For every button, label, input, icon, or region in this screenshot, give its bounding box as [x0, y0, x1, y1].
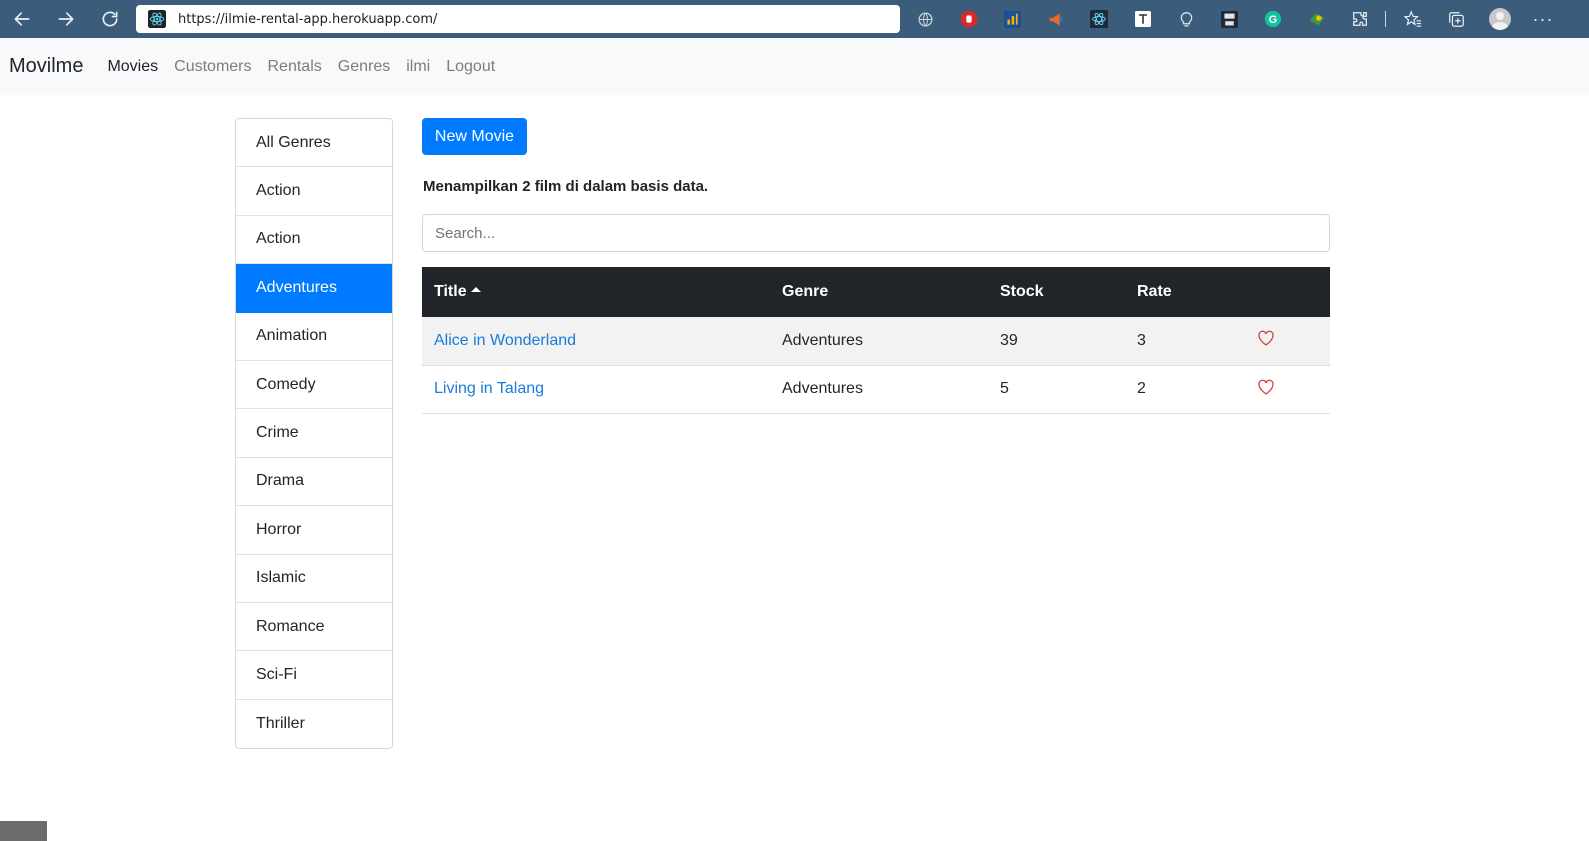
genre-item-crime[interactable]: Crime [236, 409, 392, 458]
adblock-icon[interactable] [956, 6, 982, 32]
movie-stock-cell: 5 [1000, 380, 1009, 398]
nav-link-rentals[interactable]: Rentals [268, 58, 322, 76]
column-header-genre[interactable]: Genre [770, 283, 988, 301]
profile-avatar[interactable] [1487, 6, 1513, 32]
back-button[interactable] [6, 3, 38, 35]
movie-rate-cell: 2 [1137, 380, 1146, 398]
column-header-rate[interactable]: Rate [1125, 283, 1245, 301]
new-movie-button[interactable]: New Movie [422, 118, 527, 155]
more-menu-icon[interactable]: ··· [1530, 6, 1556, 32]
genre-item-thriller[interactable]: Thriller [236, 699, 392, 749]
sort-ascending-icon [470, 287, 481, 292]
reload-button[interactable] [94, 3, 126, 35]
column-header-stock[interactable]: Stock [988, 283, 1125, 301]
app-navbar: Movilme Movies Customers Rentals Genres … [0, 38, 1589, 95]
brand-logo[interactable]: Movilme [9, 55, 83, 78]
genre-item-islamic[interactable]: Islamic [236, 554, 392, 603]
movie-genre-cell: Adventures [782, 380, 863, 398]
table-row: Living in Talang Adventures 5 2 [422, 366, 1330, 414]
genre-item-animation[interactable]: Animation [236, 312, 392, 361]
genre-item-horror[interactable]: Horror [236, 506, 392, 555]
genre-list: All Genres Action Action Adventures Anim… [235, 118, 393, 750]
react-site-icon [148, 10, 166, 28]
genre-item-romance[interactable]: Romance [236, 602, 392, 652]
genre-item-drama[interactable]: Drama [236, 457, 392, 507]
toolbar-divider [1384, 11, 1386, 27]
search-input[interactable] [422, 214, 1330, 252]
megaphone-icon[interactable] [1043, 6, 1069, 32]
movie-genre-cell: Adventures [782, 331, 863, 349]
url-text[interactable]: https://ilmie-rental-app.herokuapp.com/ [178, 12, 437, 27]
genre-item-action-2[interactable]: Action [236, 215, 392, 265]
text-tool-icon[interactable] [1130, 6, 1156, 32]
collections-icon[interactable] [1443, 6, 1469, 32]
genre-item-all[interactable]: All Genres [236, 119, 392, 168]
grammarly-icon[interactable]: G [1260, 6, 1286, 32]
table-row: Alice in Wonderland Adventures 39 3 [422, 317, 1330, 366]
nav-link-user[interactable]: ilmi [406, 58, 430, 76]
genre-item-adventures[interactable]: Adventures [236, 264, 392, 313]
nav-link-logout[interactable]: Logout [446, 58, 495, 76]
save-icon[interactable] [1217, 6, 1243, 32]
arrow-left-icon [14, 12, 30, 26]
react-devtools-icon[interactable] [1086, 6, 1112, 32]
movie-rate-cell: 3 [1137, 331, 1146, 349]
puzzle-extensions-icon[interactable] [1347, 6, 1373, 32]
column-header-title[interactable]: Title [422, 283, 770, 301]
table-header: Title Genre Stock Rate [422, 267, 1330, 317]
movie-count-summary: Menampilkan 2 film di dalam basis data. [423, 178, 709, 195]
favorites-icon[interactable] [1400, 6, 1426, 32]
avatar-icon [1488, 8, 1511, 30]
earth-icon[interactable] [1304, 6, 1330, 32]
nav-link-genres[interactable]: Genres [338, 58, 390, 76]
extension-icons: G ··· [912, 6, 1574, 32]
movie-title-link[interactable]: Alice in Wonderland [434, 332, 576, 349]
corner-block [0, 821, 47, 841]
like-heart-icon[interactable] [1245, 379, 1330, 400]
like-heart-icon[interactable] [1245, 330, 1330, 351]
genre-item-sci-fi[interactable]: Sci-Fi [236, 651, 392, 700]
nav-link-movies[interactable]: Movies [107, 58, 158, 76]
globe-icon[interactable] [912, 6, 938, 32]
reload-icon [102, 11, 118, 27]
browser-toolbar: https://ilmie-rental-app.herokuapp.com/ … [0, 0, 1589, 38]
column-header-title-label: Title [434, 283, 467, 300]
nav-link-customers[interactable]: Customers [174, 58, 251, 76]
arrow-right-icon [58, 12, 74, 26]
movie-title-link[interactable]: Living in Talang [434, 380, 544, 397]
forward-button[interactable] [50, 3, 82, 35]
genre-item-action[interactable]: Action [236, 167, 392, 216]
movie-stock-cell: 39 [1000, 331, 1018, 349]
movies-table: Title Genre Stock Rate Alice in Wonderla… [422, 267, 1330, 414]
analytics-icon[interactable] [999, 6, 1025, 32]
genre-item-comedy[interactable]: Comedy [236, 360, 392, 410]
lightbulb-icon[interactable] [1173, 6, 1199, 32]
address-bar[interactable]: https://ilmie-rental-app.herokuapp.com/ [136, 5, 900, 33]
svg-text:G: G [1269, 14, 1277, 26]
